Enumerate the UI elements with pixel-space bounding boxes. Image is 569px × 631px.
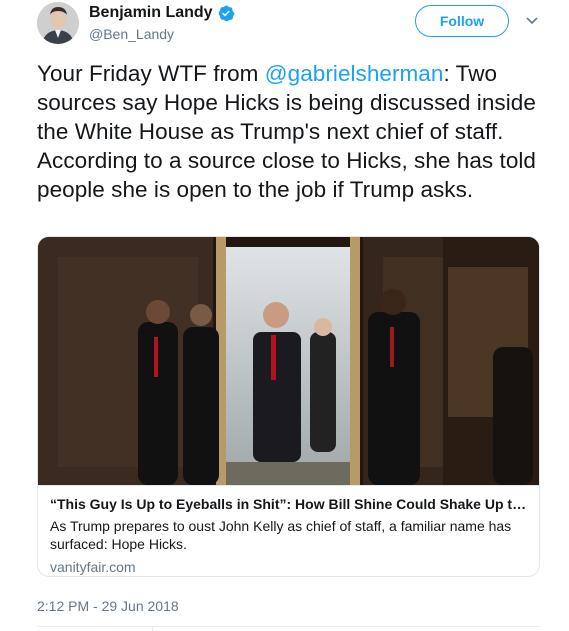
author-handle[interactable]: @Ben_Landy — [89, 26, 174, 42]
tweet-text: Your Friday WTF from @gabrielsherman: Tw… — [37, 59, 542, 204]
follow-button[interactable]: Follow — [415, 5, 509, 37]
card-domain: vanityfair.com — [50, 559, 136, 575]
avatar[interactable] — [37, 2, 79, 44]
card-description: As Trump prepares to oust John Kelly as … — [50, 518, 512, 552]
chevron-down-icon[interactable] — [524, 12, 540, 28]
author-name-row: Benjamin Landy — [89, 4, 235, 22]
author-display-name[interactable]: Benjamin Landy — [89, 4, 213, 22]
divider — [152, 626, 153, 631]
card-image — [38, 237, 539, 485]
mention-link[interactable]: @gabrielsherman — [265, 61, 444, 86]
card-title[interactable]: “This Guy Is Up to Eyeballs in Shit”: Ho… — [50, 495, 527, 513]
divider — [37, 626, 540, 627]
tweet-text-part: Your Friday WTF from — [37, 61, 265, 86]
tweet-header: Benjamin Landy @Ben_Landy Follow — [0, 0, 569, 56]
verified-badge-icon — [217, 4, 235, 22]
card-body: “This Guy Is Up to Eyeballs in Shit”: Ho… — [38, 485, 539, 576]
link-card[interactable]: “This Guy Is Up to Eyeballs in Shit”: Ho… — [37, 236, 540, 577]
tweet-timestamp[interactable]: 2:12 PM - 29 Jun 2018 — [37, 598, 179, 614]
avatar-photo — [37, 2, 79, 44]
